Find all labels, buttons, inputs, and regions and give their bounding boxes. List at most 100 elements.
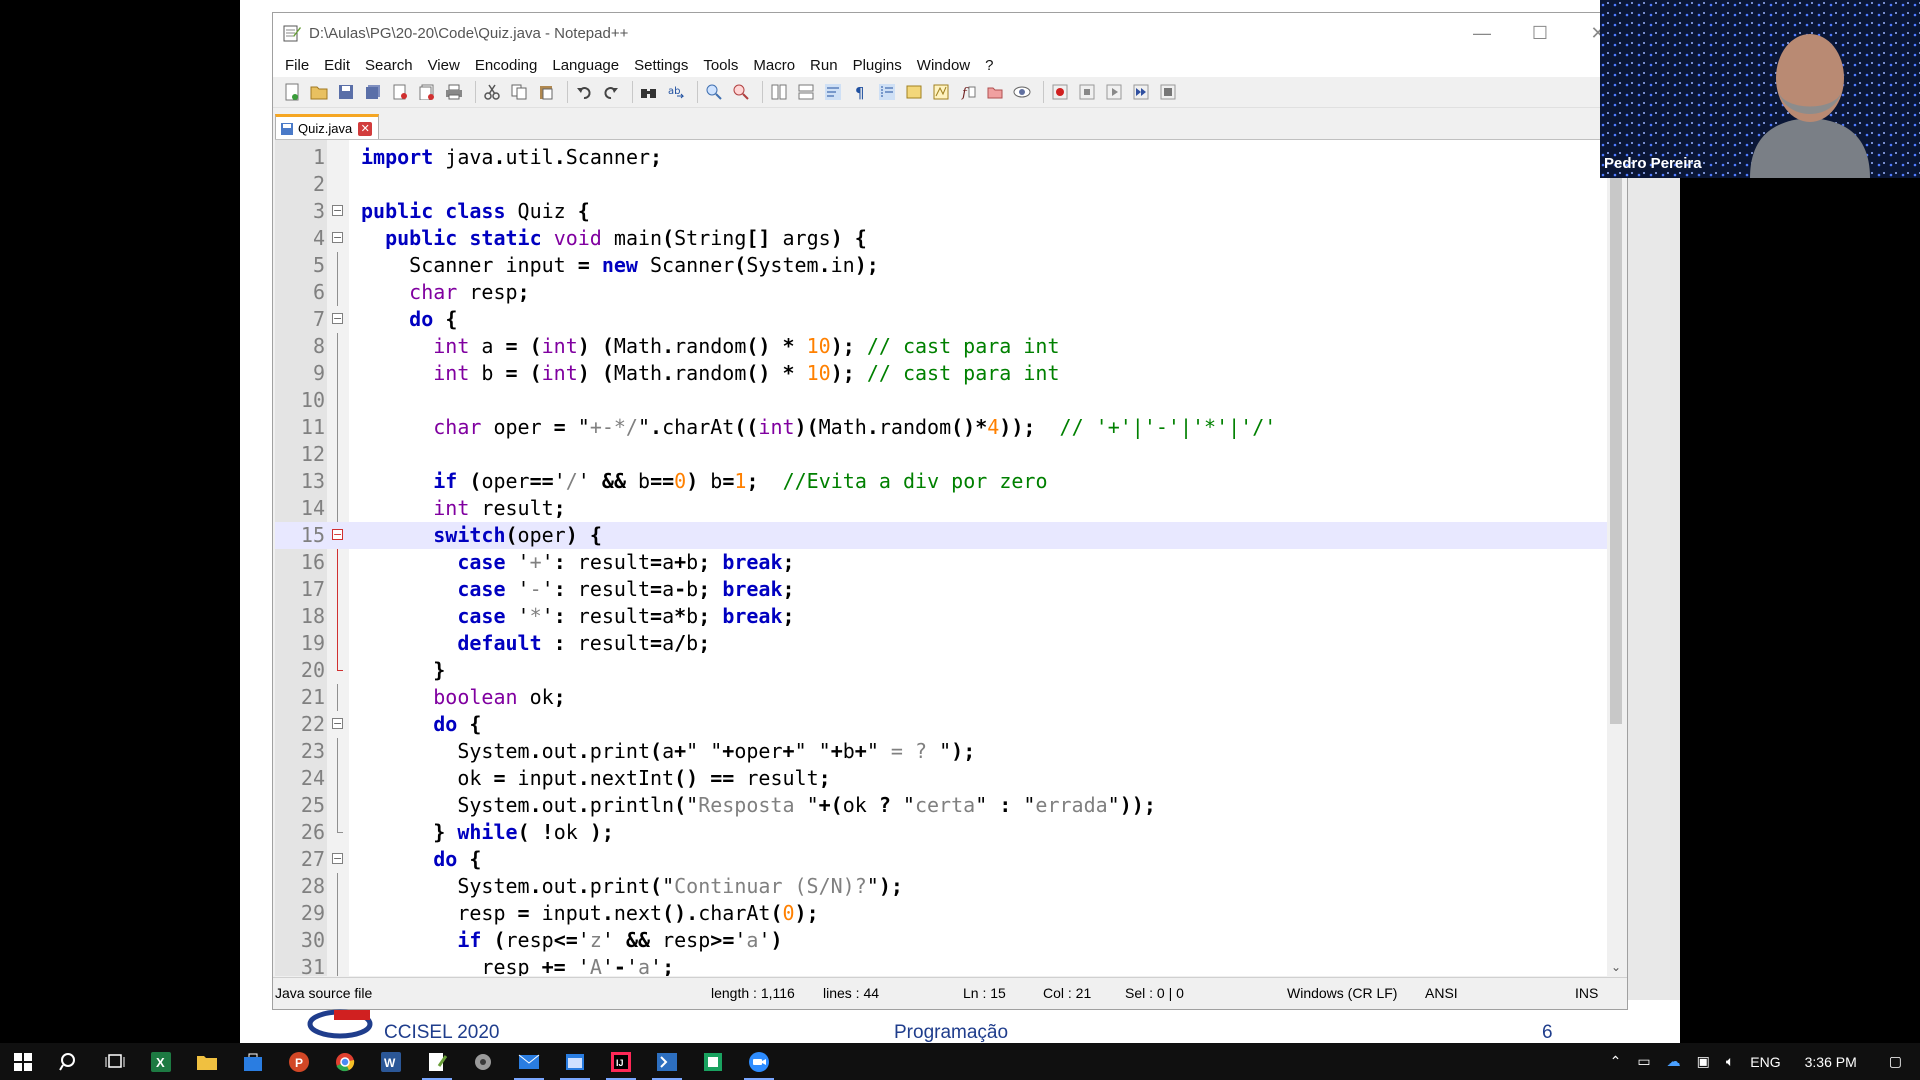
tab-quiz-java[interactable]: Quiz.java ✕ — [275, 114, 379, 140]
chrome-icon[interactable] — [322, 1043, 368, 1080]
code-line[interactable]: 11 char oper = "+-*/".charAt((int)(Math.… — [275, 414, 1625, 441]
notepadpp-taskbar-icon[interactable] — [414, 1043, 460, 1080]
menu-tools[interactable]: Tools — [697, 57, 747, 74]
sync-vertical-icon[interactable] — [768, 81, 790, 103]
menu-edit[interactable]: Edit — [318, 57, 359, 74]
play-macro-icon[interactable] — [1103, 81, 1125, 103]
fold-toggle-icon[interactable]: − — [332, 205, 343, 216]
zoom-out-icon[interactable] — [730, 81, 752, 103]
new-file-icon[interactable] — [281, 81, 303, 103]
code-text[interactable]: switch(oper) { — [361, 522, 602, 549]
code-line[interactable]: 25 System.out.println("Resposta "+(ok ? … — [275, 792, 1625, 819]
menu-encoding[interactable]: Encoding — [469, 57, 547, 74]
indent-guide-icon[interactable] — [876, 81, 898, 103]
code-text[interactable]: System.out.print("Continuar (S/N)?"); — [361, 873, 903, 900]
code-line[interactable]: 7− do { — [275, 306, 1625, 333]
code-line[interactable]: 13 if (oper=='/' && b==0) b=1; //Evita a… — [275, 468, 1625, 495]
file-explorer-icon[interactable] — [184, 1043, 230, 1080]
code-text[interactable]: } — [361, 657, 445, 684]
code-text[interactable]: } while( !ok ); — [361, 819, 614, 846]
code-line[interactable]: 29 resp = input.next().charAt(0); — [275, 900, 1625, 927]
code-line[interactable]: 3− public class Quiz { — [275, 198, 1625, 225]
code-line[interactable]: 30 if (resp<='z' && resp>='a') — [275, 927, 1625, 954]
onedrive-icon[interactable]: ☁ — [1667, 1053, 1681, 1070]
code-line[interactable]: 8 int a = (int) (Math.random() * 10); //… — [275, 333, 1625, 360]
code-text[interactable]: case '*': result=a*b; break; — [361, 603, 794, 630]
menu-help[interactable]: ? — [979, 57, 1002, 74]
code-area[interactable]: 1 import java.util.Scanner; 2 3− public clas… — [275, 144, 1625, 976]
fold-toggle-icon[interactable]: − — [332, 853, 343, 864]
code-line[interactable]: 16 case '+': result=a+b; break; — [275, 549, 1625, 576]
mail-icon[interactable] — [506, 1043, 552, 1080]
code-line[interactable]: 9 int b = (int) (Math.random() * 10); //… — [275, 360, 1625, 387]
tab-close-icon[interactable]: ✕ — [358, 121, 373, 136]
fold-toggle-icon[interactable]: − — [332, 529, 343, 540]
code-text[interactable]: public class Quiz { — [361, 198, 590, 225]
start-button-windows-icon[interactable] — [0, 1043, 46, 1080]
status-encoding[interactable]: ANSI — [1425, 985, 1458, 1001]
code-text[interactable]: int a = (int) (Math.random() * 10); // c… — [361, 333, 1059, 360]
menu-view[interactable]: View — [422, 57, 469, 74]
save-macro-icon[interactable] — [1157, 81, 1179, 103]
code-text[interactable]: boolean ok; — [361, 684, 565, 711]
code-text[interactable]: int result; — [361, 495, 565, 522]
fold-toggle-icon[interactable]: − — [332, 313, 343, 324]
code-line[interactable]: 19 default : result=a/b; — [275, 630, 1625, 657]
menu-file[interactable]: File — [279, 57, 318, 74]
menu-plugins[interactable]: Plugins — [847, 57, 911, 74]
code-text[interactable]: System.out.println("Resposta "+(ok ? "ce… — [361, 792, 1156, 819]
code-line[interactable]: 20 } — [275, 657, 1625, 684]
menu-macro[interactable]: Macro — [747, 57, 804, 74]
code-line[interactable]: 17 case '-': result=a-b; break; — [275, 576, 1625, 603]
code-text[interactable]: case '+': result=a+b; break; — [361, 549, 794, 576]
battery-icon[interactable]: ▭ — [1637, 1053, 1650, 1070]
open-file-icon[interactable] — [308, 81, 330, 103]
code-editor[interactable]: 1 import java.util.Scanner; 2 3− public clas… — [275, 139, 1625, 976]
zoom-in-icon[interactable] — [703, 81, 725, 103]
fold-toggle-icon[interactable]: − — [332, 232, 343, 243]
code-text[interactable]: import java.util.Scanner; — [361, 144, 662, 171]
intellij-icon[interactable]: IJ — [598, 1043, 644, 1080]
code-line[interactable]: 5 Scanner input = new Scanner(System.in)… — [275, 252, 1625, 279]
code-text[interactable]: int b = (int) (Math.random() * 10); // c… — [361, 360, 1059, 387]
code-line[interactable]: 18 case '*': result=a*b; break; — [275, 603, 1625, 630]
save-icon[interactable] — [335, 81, 357, 103]
code-line[interactable]: 26 } while( !ok ); — [275, 819, 1625, 846]
save-all-icon[interactable] — [362, 81, 384, 103]
code-text[interactable]: do { — [361, 711, 481, 738]
code-line[interactable]: 31 resp += 'A'-'a'; — [275, 954, 1625, 976]
paste-icon[interactable] — [535, 81, 557, 103]
show-all-characters-icon[interactable]: ¶ — [849, 81, 871, 103]
vertical-scrollbar[interactable]: ⌄ — [1607, 140, 1625, 976]
code-text[interactable]: case '-': result=a-b; break; — [361, 576, 794, 603]
word-icon[interactable]: W — [368, 1043, 414, 1080]
find-icon[interactable] — [638, 81, 660, 103]
search-icon[interactable] — [46, 1043, 92, 1080]
replace-icon[interactable]: ab — [665, 81, 687, 103]
chevron-up-icon[interactable]: ⌃ — [1610, 1053, 1622, 1070]
menu-language[interactable]: Language — [546, 57, 628, 74]
code-line[interactable]: 15− switch(oper) { — [275, 522, 1625, 549]
code-line[interactable]: 23 System.out.print(a+" "+oper+" "+b+" =… — [275, 738, 1625, 765]
record-macro-icon[interactable] — [1049, 81, 1071, 103]
code-text[interactable]: char oper = "+-*/".charAt((int)(Math.ran… — [361, 414, 1276, 441]
menu-search[interactable]: Search — [359, 57, 422, 74]
code-line[interactable]: 1 import java.util.Scanner; — [275, 144, 1625, 171]
sync-horizontal-icon[interactable] — [795, 81, 817, 103]
menu-window[interactable]: Window — [911, 57, 979, 74]
status-eol[interactable]: Windows (CR LF) — [1287, 985, 1397, 1001]
powerpoint-icon[interactable]: P — [276, 1043, 322, 1080]
code-line[interactable]: 12 — [275, 441, 1625, 468]
code-line[interactable]: 24 ok = input.nextInt() == result; — [275, 765, 1625, 792]
menu-run[interactable]: Run — [804, 57, 847, 74]
word-wrap-icon[interactable] — [822, 81, 844, 103]
store-icon[interactable] — [230, 1043, 276, 1080]
function-list-icon[interactable]: f — [957, 81, 979, 103]
zoom-icon[interactable] — [736, 1043, 782, 1080]
folder-workspace-icon[interactable] — [984, 81, 1006, 103]
maximize-button[interactable]: ☐ — [1511, 13, 1569, 53]
undo-icon[interactable] — [573, 81, 595, 103]
code-line[interactable]: 22− do { — [275, 711, 1625, 738]
run-macro-multiple-icon[interactable] — [1130, 81, 1152, 103]
print-icon[interactable] — [443, 81, 465, 103]
